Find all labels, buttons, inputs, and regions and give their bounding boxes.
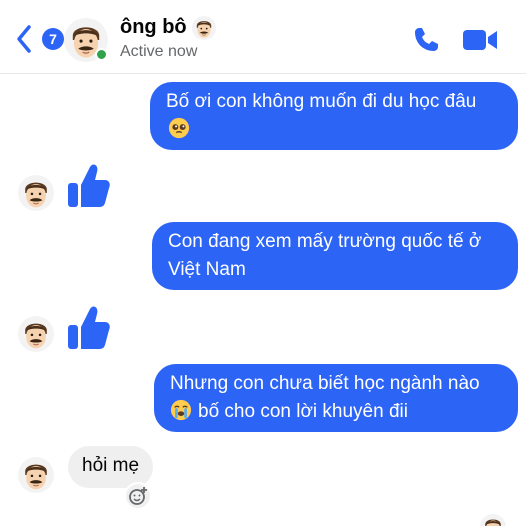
message-text-line-2: Việt Nam — [168, 259, 246, 280]
active-status: Active now — [120, 43, 198, 60]
outgoing-message[interactable]: Bố ơi con không muốn đi du học đâu — [150, 82, 518, 150]
back-button[interactable]: 7 — [12, 24, 64, 54]
message-text-line-2 — [166, 116, 502, 144]
contact-avatar-small[interactable] — [18, 457, 54, 493]
contact-avatar-small[interactable] — [18, 316, 54, 352]
chat-header: 7 ông bô Active now — [0, 0, 526, 74]
thumbs-up-icon[interactable] — [66, 305, 110, 351]
read-receipt-avatar — [480, 514, 506, 526]
chevron-left-icon — [17, 25, 31, 53]
add-reaction-icon — [129, 487, 147, 505]
outgoing-message[interactable]: Con đang xem mấy trường quốc tế ở Việt N… — [152, 222, 518, 290]
online-indicator — [95, 48, 108, 61]
message-text-line-2: bố cho con lời khuyên đii — [170, 398, 502, 426]
message-text: hỏi mẹ — [82, 455, 140, 476]
phone-icon[interactable] — [412, 26, 440, 54]
message-text: Nhưng con chưa biết học ngành nào — [170, 373, 480, 394]
loudly-crying-face-emoji — [170, 399, 192, 421]
contact-avatar-small[interactable] — [18, 175, 54, 211]
video-camera-icon[interactable] — [462, 28, 498, 52]
contact-name[interactable]: ông bô — [120, 16, 187, 39]
message-text: Bố ơi con không muốn đi du học đâu — [166, 91, 477, 112]
outgoing-message[interactable]: Nhưng con chưa biết học ngành nào bố cho… — [154, 364, 518, 432]
message-text: Con đang xem mấy trường quốc tế ở — [168, 231, 482, 252]
thumbs-up-icon[interactable] — [66, 163, 110, 209]
pleading-face-emoji — [168, 117, 190, 139]
add-reaction-button[interactable] — [124, 482, 152, 510]
unread-count-badge: 7 — [42, 28, 64, 50]
man-face-emoji — [192, 16, 216, 40]
